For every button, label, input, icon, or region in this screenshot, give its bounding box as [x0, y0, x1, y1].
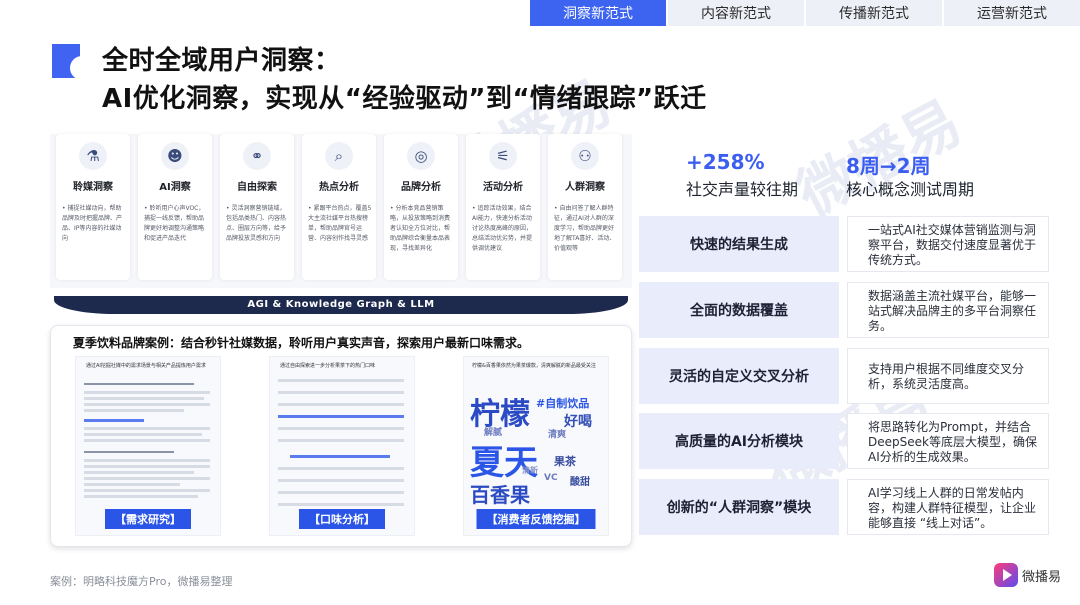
module-card: ⚗ 聆媒洞察 • 捕捉社媒动向，帮助品牌及时把握品牌、产品、IP等内容的社媒动向 [56, 134, 130, 280]
feature-label: 快速的结果生成 [639, 216, 839, 272]
agi-foundation-bar: AGI & Knowledge Graph & LLM [50, 290, 632, 314]
module-title: 聆媒洞察 [73, 182, 113, 193]
module-title: 热点分析 [319, 182, 359, 193]
feature-description: 数据涵盖主流社媒平台，能够一站式解决品牌主的多平台洞察任务。 [847, 282, 1049, 338]
tab-content[interactable]: 内容新范式 [666, 0, 804, 26]
module-title: 自由探索 [237, 182, 277, 193]
feature-row: 全面的数据覆盖 数据涵盖主流社媒平台，能够一站式解决品牌主的多平台洞察任务。 [639, 282, 1049, 338]
feature-row: 灵活的自定义交叉分析 支持用户根据不同维度交叉分析，系统灵活度高。 [639, 348, 1049, 404]
module-description: • 分析本竞品营销策略，从投放策略到消费者认知全方位对比，帮助品牌综合衡量本品表… [390, 205, 451, 252]
stat-volume-value: +258% [686, 150, 765, 174]
agi-label: AGI & Knowledge Graph & LLM [247, 299, 435, 310]
feature-row: 创新的“人群洞察”模块 AI学习线上人群的日常发帖内容，构建人群特征模型，让企业… [639, 479, 1049, 535]
page-title: 全时全域用户洞察： AI优化洞察，实现从“经验驱动”到“情绪跟踪”跃迁 [102, 42, 707, 118]
module-description: • 追踪活动效果，结合AI能力，快速分析活动讨论热度高峰的原因，总结活动优劣势，… [472, 205, 533, 252]
module-description: • 捕捉社媒动向，帮助品牌及时把握品牌、产品、IP等内容的社媒动向 [62, 205, 123, 242]
module-title: 活动分析 [483, 182, 523, 193]
case-study-panel: 夏季饮料品牌案例：结合秒针社媒数据，聆听用户真实声音，探索用户最新口味需求。 通… [50, 325, 632, 547]
stat-volume-label: 社交声量较往期 [686, 180, 799, 199]
title-marker-icon [52, 44, 94, 80]
ai-head-icon: ☻ [161, 142, 189, 170]
brand-logo: 微播易 [994, 563, 1061, 587]
module-description: • 聆听用户心声VOC，捕捉一线反馈，帮助品牌更好地调整沟通策略和促进产品迭代 [144, 205, 205, 242]
module-card: ⚟ 活动分析 • 追踪活动效果，结合AI能力，快速分析活动讨论热度高峰的原因，总… [466, 134, 540, 280]
tab-distribution[interactable]: 传播新范式 [804, 0, 942, 26]
case-caption: 【口味分析】 [299, 509, 385, 529]
chart-icon: ⚟ [489, 142, 517, 170]
module-title: AI洞察 [159, 182, 191, 193]
stat-cycle-value: 8周→2周 [846, 154, 931, 178]
flask-icon: ⚗ [79, 142, 107, 170]
module-card: ⌕ 热点分析 • 紧跟平台热点，覆盖5大主流社媒平台热搜榜单，帮助品牌官号运营、… [302, 134, 376, 280]
module-title: 品牌分析 [401, 182, 441, 193]
brand-name: 微播易 [1022, 569, 1062, 585]
title-line-2: AI优化洞察，实现从“经验驱动”到“情绪跟踪”跃迁 [102, 84, 707, 114]
case-screenshot-demand: 通过AI挖掘社媒中的需求场景与相关产品提炼用户需求 【需求研究】 [75, 356, 221, 536]
section-tabs: 洞察新范式 内容新范式 传播新范式 运营新范式 [528, 0, 1080, 26]
feature-row: 快速的结果生成 一站式AI社交媒体营销监测与洞察平台，数据交付速度显著优于传统方… [639, 216, 1049, 272]
feature-description: 支持用户根据不同维度交叉分析，系统灵活度高。 [847, 348, 1049, 404]
case-caption: 【消费者反馈挖掘】 [476, 509, 596, 529]
people-icon: ⚇ [571, 142, 599, 170]
screenshot-snippet: 通过自由探索进一步分析果茶下的热门口味 [280, 363, 376, 369]
binoculars-icon: ⚭ [243, 142, 271, 170]
feature-description: AI学习线上人群的日常发帖内容，构建人群特征模型，让企业能够直接 “线上对话”。 [847, 479, 1049, 535]
feature-label: 灵活的自定义交叉分析 [639, 348, 839, 404]
feature-label: 全面的数据覆盖 [639, 282, 839, 338]
tab-operations[interactable]: 运营新范式 [942, 0, 1080, 26]
module-description: • 紧跟平台热点，覆盖5大主流社媒平台热搜榜单，帮助品牌官号运营、内容创作找寻灵… [308, 205, 372, 242]
module-panel: ⚗ 聆媒洞察 • 捕捉社媒动向，帮助品牌及时把握品牌、产品、IP等内容的社媒动向… [50, 134, 632, 288]
title-line-1: 全时全域用户洞察： [102, 46, 341, 76]
stat-cycle-label: 核心概念测试周期 [846, 180, 975, 199]
module-title: 人群洞察 [565, 182, 605, 193]
feature-row: 高质量的AI分析模块 将思路转化为Prompt，并结合DeepSeek等底层大模… [639, 413, 1049, 469]
feature-label: 创新的“人群洞察”模块 [639, 479, 839, 535]
case-screenshot-feedback: 柠檬&百香果依然为果茶爆款，清爽解腻的新品最受关注 柠檬 #自制饮品 夏天 好喝… [463, 356, 609, 536]
module-description: • 灵活洞察营销链域，包括品类热门、内容热点、圈层方向等，给予品牌投放灵感和方向 [226, 205, 287, 242]
play-logo-icon [994, 563, 1018, 587]
tab-insight[interactable]: 洞察新范式 [528, 0, 666, 26]
module-card: ☻ AI洞察 • 聆听用户心声VOC，捕捉一线反馈，帮助品牌更好地调整沟通策略和… [138, 134, 212, 280]
module-card: ⚭ 自由探索 • 灵活洞察营销链域，包括品类热门、内容热点、圈层方向等，给予品牌… [220, 134, 294, 280]
case-caption: 【需求研究】 [105, 509, 191, 529]
case-screenshot-flavor: 通过自由探索进一步分析果茶下的热门口味 【口味分析】 [269, 356, 415, 536]
module-description: • 自由问答了解人群特征，通过AI对人群的深度学习，帮助品牌更好地了解TA喜好、… [554, 205, 616, 252]
module-card: ⚇ 人群洞察 • 自由问答了解人群特征，通过AI对人群的深度学习，帮助品牌更好地… [548, 134, 622, 280]
module-card: ◎ 品牌分析 • 分析本竞品营销策略，从投放策略到消费者认知全方位对比，帮助品牌… [384, 134, 458, 280]
source-note: 案例：明略科技魔方Pro，微播易整理 [50, 575, 233, 588]
case-title: 夏季饮料品牌案例：结合秒针社媒数据，聆听用户真实声音，探索用户最新口味需求。 [73, 336, 530, 350]
feature-description: 将思路转化为Prompt，并结合DeepSeek等底层大模型，确保AI分析的生成… [847, 413, 1049, 469]
target-icon: ◎ [407, 142, 435, 170]
feature-description: 一站式AI社交媒体营销监测与洞察平台，数据交付速度显著优于传统方式。 [847, 216, 1049, 272]
feature-label: 高质量的AI分析模块 [639, 413, 839, 469]
screenshot-snippet: 柠檬&百香果依然为果茶爆款，清爽解腻的新品最受关注 [472, 363, 596, 369]
screenshot-snippet: 通过AI挖掘社媒中的需求场景与相关产品提炼用户需求 [86, 363, 206, 369]
search-icon: ⌕ [325, 142, 353, 170]
